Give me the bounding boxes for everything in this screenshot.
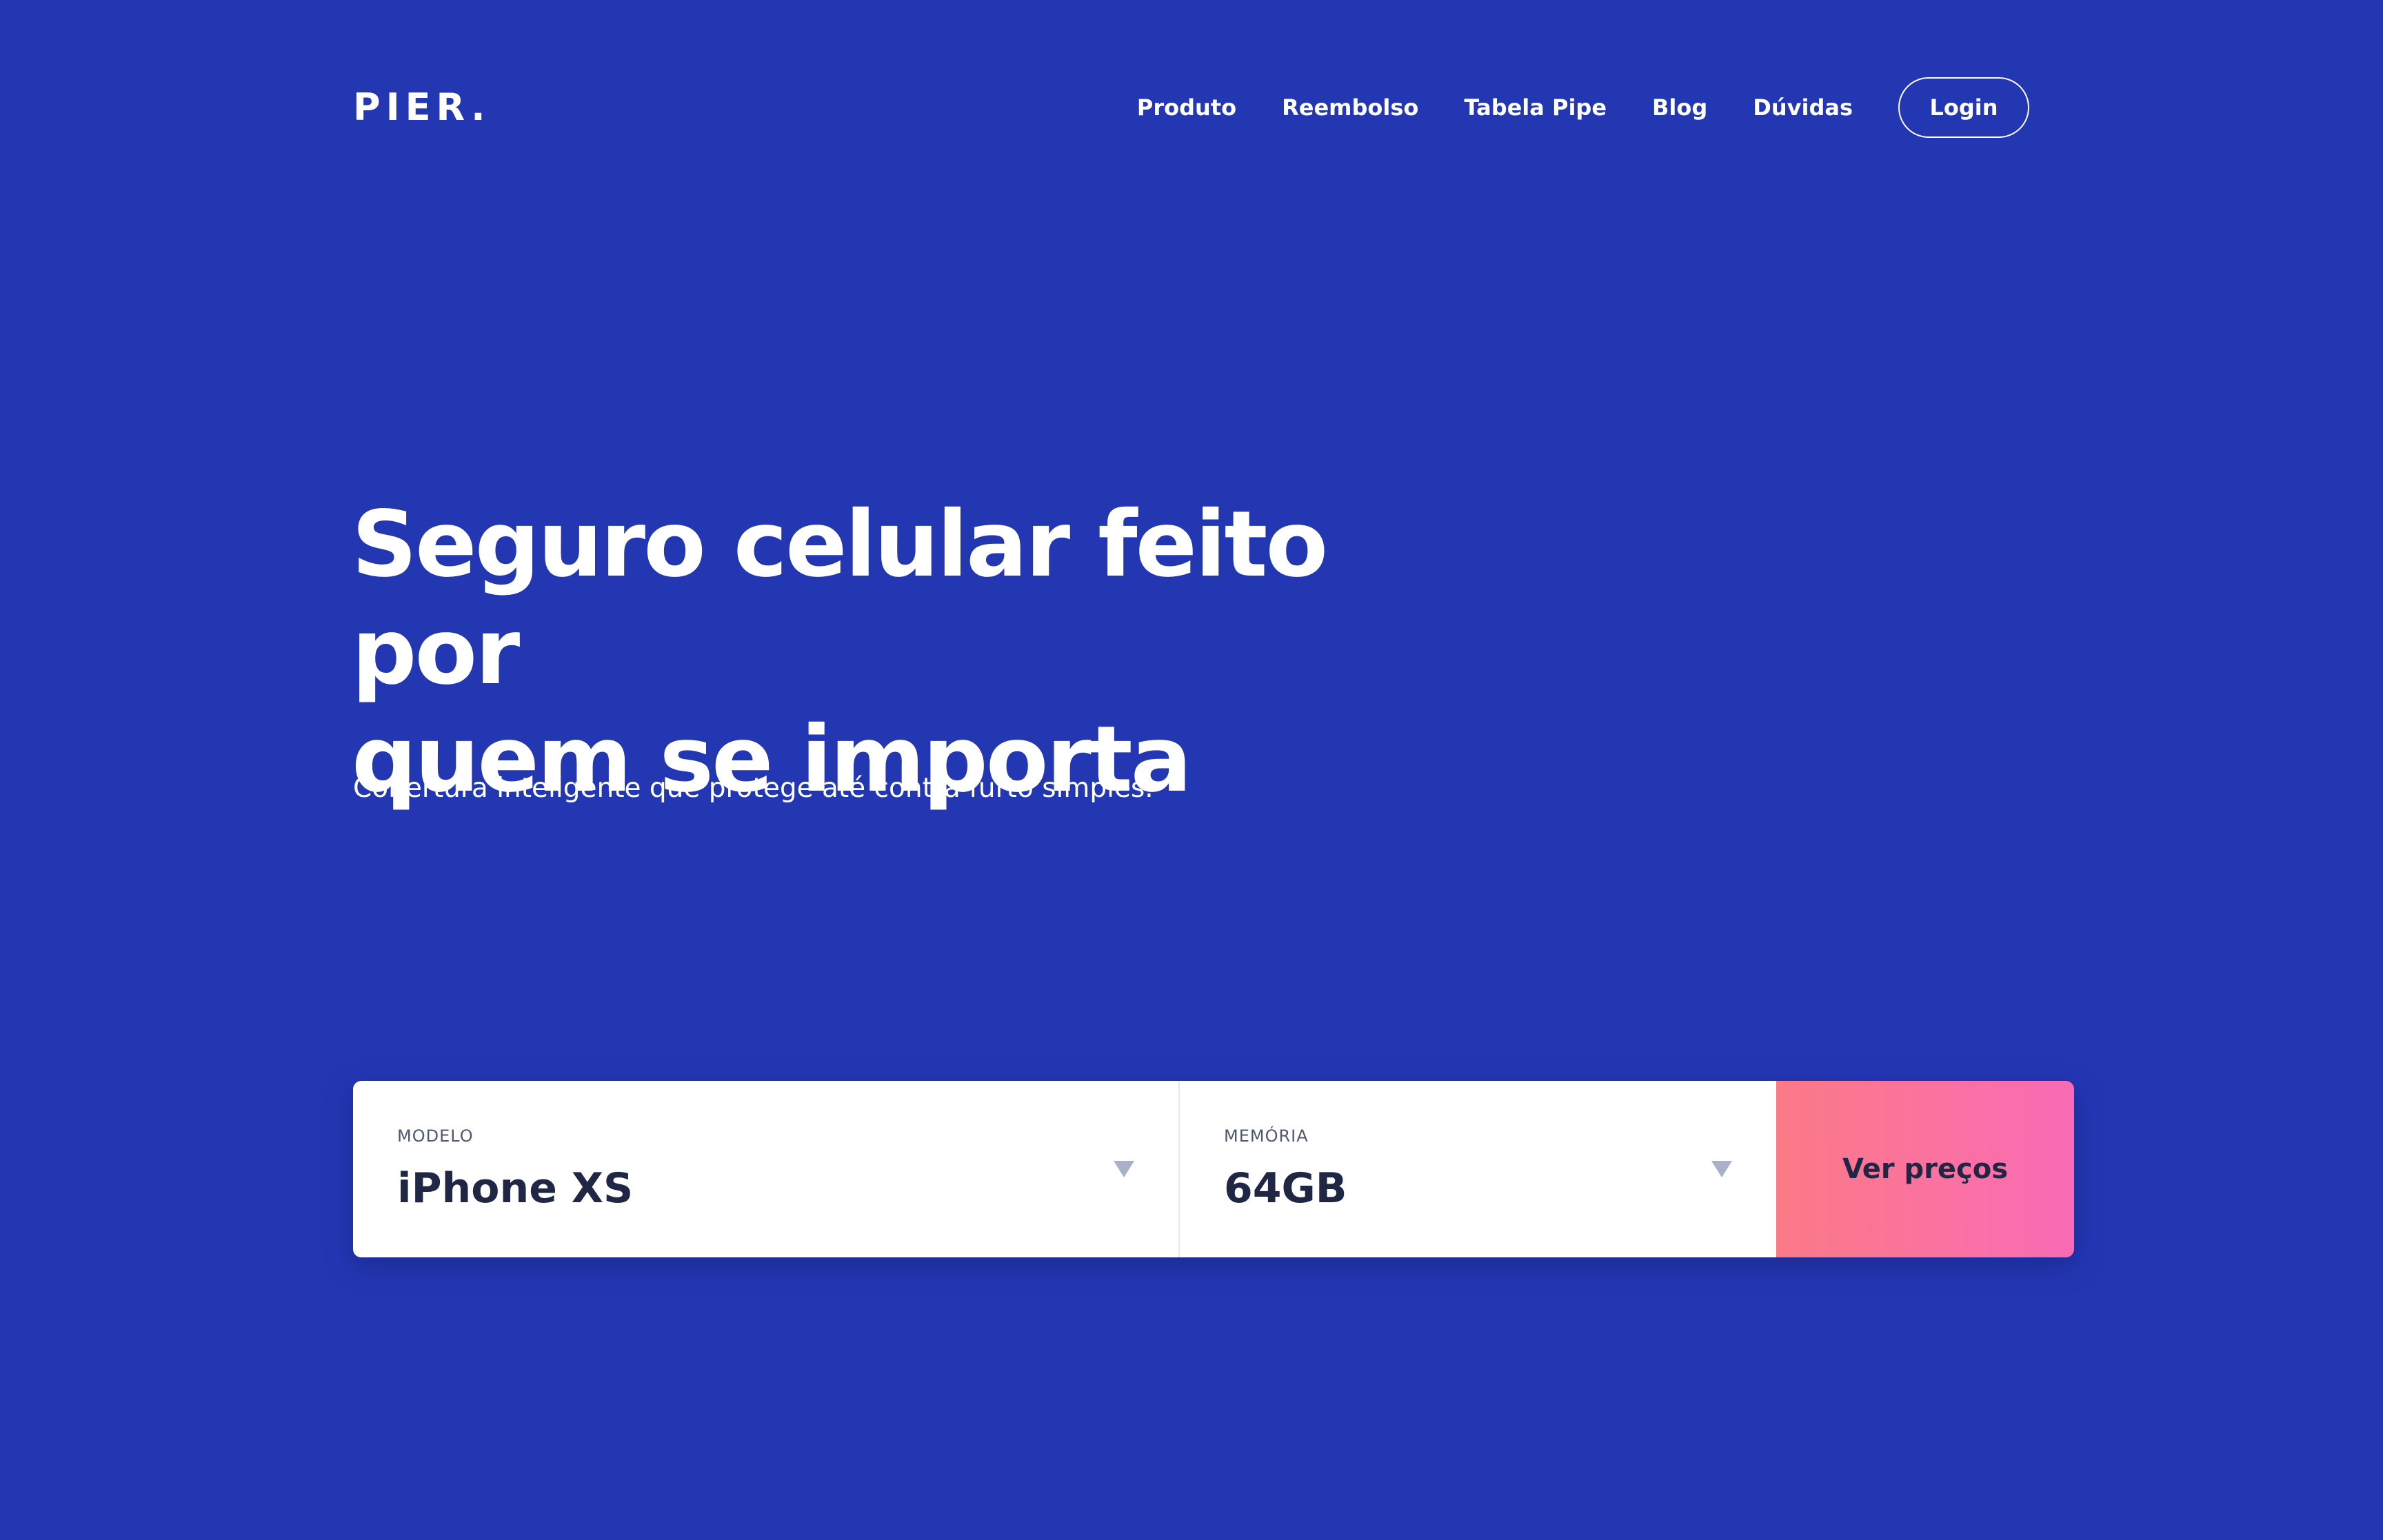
nav-link-tabela-pipe[interactable]: Tabela Pipe <box>1464 94 1607 121</box>
nav-link-produto[interactable]: Produto <box>1137 94 1236 121</box>
hero-title: Seguro celular feito por quem se importa <box>352 491 1455 813</box>
memory-value: 64GB <box>1224 1164 1347 1213</box>
memory-label: MEMÓRIA <box>1224 1126 1309 1146</box>
chevron-down-icon[interactable] <box>1711 1161 1732 1177</box>
login-button[interactable]: Login <box>1898 77 2029 138</box>
nav-link-blog[interactable]: Blog <box>1652 94 1707 121</box>
see-prices-button[interactable]: Ver preços <box>1776 1081 2074 1257</box>
model-value: iPhone XS <box>397 1164 634 1213</box>
model-select[interactable]: MODELO iPhone XS <box>353 1081 1180 1257</box>
model-label: MODELO <box>397 1126 474 1146</box>
phone-search-form: MODELO iPhone XS MEMÓRIA 64GB Ver preços <box>353 1081 2074 1257</box>
logo[interactable]: PIER. <box>353 87 491 128</box>
nav-link-duvidas[interactable]: Dúvidas <box>1753 94 1853 121</box>
memory-select[interactable]: MEMÓRIA 64GB <box>1180 1081 1776 1257</box>
chevron-down-icon[interactable] <box>1114 1161 1134 1177</box>
main-nav: Produto Reembolso Tabela Pipe Blog Dúvid… <box>1137 77 2029 138</box>
hero-subtitle: Cobertura inteligente que protege até co… <box>353 773 1154 804</box>
nav-link-reembolso[interactable]: Reembolso <box>1282 94 1418 121</box>
hero-title-line-1: Seguro celular feito por <box>352 492 1328 705</box>
